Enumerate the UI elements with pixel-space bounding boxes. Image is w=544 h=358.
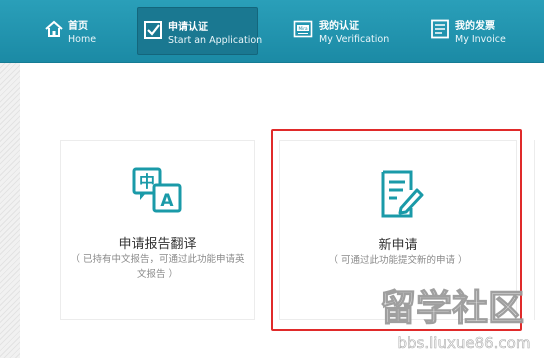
svg-text:Mira: Mira: [298, 26, 307, 31]
svg-text:A: A: [160, 191, 174, 211]
card-report-translation-title: 申请报告翻译: [118, 237, 197, 252]
checkbox-icon: [144, 21, 162, 39]
watermark-main: 留学社区: [380, 287, 524, 329]
nav-item-start-application-label: 申请认证: [168, 22, 208, 33]
nav-item-my-verification-sublabel: My Verification: [319, 34, 390, 45]
left-pattern-strip: [0, 63, 20, 358]
nav-item-home-label: 首页: [68, 21, 88, 32]
home-icon: [45, 20, 63, 37]
nav-item-my-verification[interactable]: Mira 我的认证 My Verification: [289, 7, 399, 55]
nav-item-start-application[interactable]: 申请认证 Start an Application: [137, 7, 262, 55]
translate-icon: 中 A: [132, 167, 182, 213]
nav-item-my-invoice-sublabel: My Invoice: [455, 34, 506, 45]
card-report-translation[interactable]: 中 A 申请报告翻译 （ 已持有中文报告，可通过此功能申请英文报告 ）: [60, 140, 255, 320]
nav-item-my-verification-label: 我的认证: [319, 21, 359, 32]
certificate-icon: Mira: [293, 20, 313, 38]
top-navigation-bar: 首页 Home 申请认证 Start an Application Mira 我…: [0, 0, 544, 63]
nav-item-home-sublabel: Home: [68, 34, 97, 45]
nav-item-home[interactable]: 首页 Home: [38, 7, 108, 55]
nav-item-my-invoice[interactable]: 我的发票 My Invoice: [426, 7, 516, 55]
watermark-url: bbs.liuxue86.com: [398, 334, 531, 352]
nav-item-my-invoice-label: 我的发票: [455, 21, 495, 32]
nav-item-start-application-sublabel: Start an Application: [168, 35, 263, 46]
card-report-translation-description: （ 已持有中文报告，可通过此功能申请英文报告 ）: [70, 254, 245, 280]
invoice-icon: [431, 19, 449, 39]
site-watermark: 留学社区 bbs.liuxue86.com: [379, 286, 531, 352]
